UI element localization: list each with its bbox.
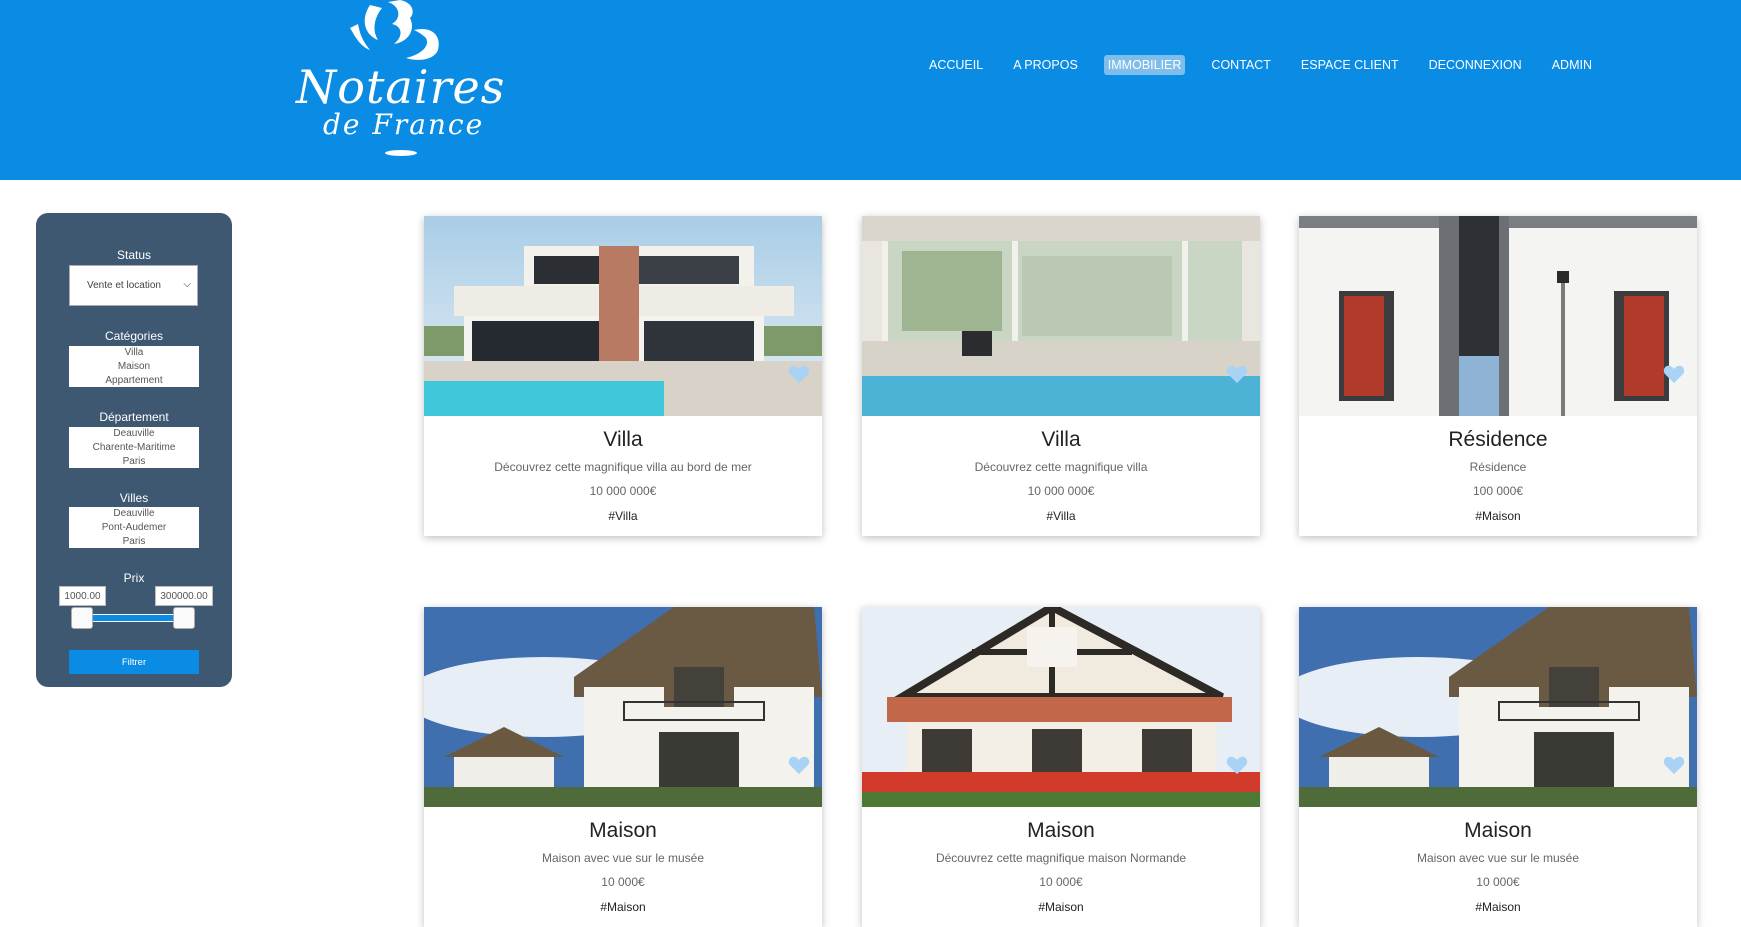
listing-tag[interactable]: #Villa [424,509,822,523]
listing-description: Maison avec vue sur le musée [541,851,705,865]
logo-text-de-france: de France [323,108,485,141]
listing-photo[interactable] [862,216,1260,416]
ville-option[interactable]: Deauville [69,507,199,521]
departement-option[interactable]: Paris [69,455,199,468]
listing-tag[interactable]: #Villa [862,509,1260,523]
listing-photo[interactable] [424,607,822,807]
listing-price: 10 000€ [601,875,645,889]
nav-immobilier[interactable]: IMMOBILIER [1103,55,1186,75]
price-slider-max-handle[interactable] [173,607,195,629]
villes-label: Villes [119,491,149,505]
site-header: Notaires de France ACCUEIL A PROPOS IMMO… [0,0,1741,180]
listing-tag[interactable]: #Maison [862,900,1260,914]
price-slider-track[interactable] [81,614,185,622]
listing-photo[interactable] [1299,607,1697,807]
price-max-input[interactable]: 300000.00 [155,586,213,606]
listing-card[interactable]: Maison Maison avec vue sur le musée 10 0… [1299,607,1697,927]
categories-label: Catégories [104,329,164,343]
ville-option[interactable]: Pont-Audemer [69,521,199,535]
listing-card[interactable]: Maison Maison avec vue sur le musée 10 0… [424,607,822,927]
listing-tag[interactable]: #Maison [1299,509,1697,523]
listing-description: Résidence [1469,460,1527,474]
categories-list[interactable]: Villa Maison Appartement [69,346,199,387]
favorite-heart-icon[interactable] [1226,755,1248,775]
favorite-heart-icon[interactable] [1226,364,1248,384]
listing-title: Maison [1027,819,1095,842]
departement-label: Département [99,410,169,424]
listing-title: Maison [1464,819,1532,842]
departement-list[interactable]: Deauville Charente-Maritime Paris [69,427,199,468]
listing-title: Villa [1041,428,1081,451]
category-option[interactable]: Maison [69,360,199,374]
listing-card[interactable]: Maison Découvrez cette magnifique maison… [862,607,1260,927]
chevron-down-icon: ⌵ [183,279,191,290]
listing-price: 10 000€ [1476,875,1520,889]
villes-list[interactable]: Deauville Pont-Audemer Paris [69,507,199,548]
favorite-heart-icon[interactable] [788,755,810,775]
listing-card[interactable]: Villa Découvrez cette magnifique villa a… [424,216,822,536]
listing-price: 10 000 000€ [1027,484,1095,498]
listing-photo[interactable] [424,216,822,416]
nav-deconnexion[interactable]: DECONNEXION [1425,55,1526,75]
nav-contact[interactable]: CONTACT [1207,55,1275,75]
price-slider-min-handle[interactable] [71,607,93,629]
nav-espace-client[interactable]: ESPACE CLIENT [1297,55,1403,75]
listing-photo[interactable] [1299,216,1697,416]
listing-description: Découvrez cette magnifique villa au bord… [494,460,752,474]
nav-admin[interactable]: ADMIN [1548,55,1596,75]
status-select[interactable]: Vente et location ⌵ [69,265,198,306]
status-label: Status [116,248,152,262]
price-min-input[interactable]: 1000.00 [59,586,106,606]
notaires-logo[interactable]: Notaires de France [290,0,510,165]
nav-a-propos[interactable]: A PROPOS [1009,55,1082,75]
status-value: Vente et location [87,280,161,291]
departement-option[interactable]: Deauville [69,427,199,441]
main-nav: ACCUEIL A PROPOS IMMOBILIER CONTACT ESPA… [925,55,1596,75]
listing-description: Maison avec vue sur le musée [1416,851,1580,865]
listing-description: Découvrez cette magnifique maison Norman… [935,851,1187,865]
category-option[interactable]: Villa [69,346,199,360]
listing-title: Maison [589,819,657,842]
listing-card[interactable]: Résidence Résidence 100 000€ #Maison [1299,216,1697,536]
listing-title: Résidence [1448,428,1548,451]
listing-price: 100 000€ [1472,484,1524,498]
favorite-heart-icon[interactable] [788,364,810,384]
filter-button[interactable]: Filtrer [69,650,199,674]
favorite-heart-icon[interactable] [1663,755,1685,775]
listing-tag[interactable]: #Maison [1299,900,1697,914]
listing-card[interactable]: Villa Découvrez cette magnifique villa 1… [862,216,1260,536]
logo-text-notaires: Notaires [296,60,506,114]
favorite-heart-icon[interactable] [1663,364,1685,384]
listing-photo[interactable] [862,607,1260,807]
prix-label: Prix [123,571,145,585]
nav-accueil[interactable]: ACCUEIL [925,55,987,75]
listing-tag[interactable]: #Maison [424,900,822,914]
listing-price: 10 000 000€ [589,484,657,498]
departement-option[interactable]: Charente-Maritime [69,441,199,455]
ville-option[interactable]: Paris [69,535,199,548]
listing-title: Villa [603,428,643,451]
listing-description: Découvrez cette magnifique villa [974,460,1148,474]
category-option[interactable]: Appartement [69,374,199,387]
logo-swoosh [385,150,417,156]
listing-price: 10 000€ [1039,875,1083,889]
